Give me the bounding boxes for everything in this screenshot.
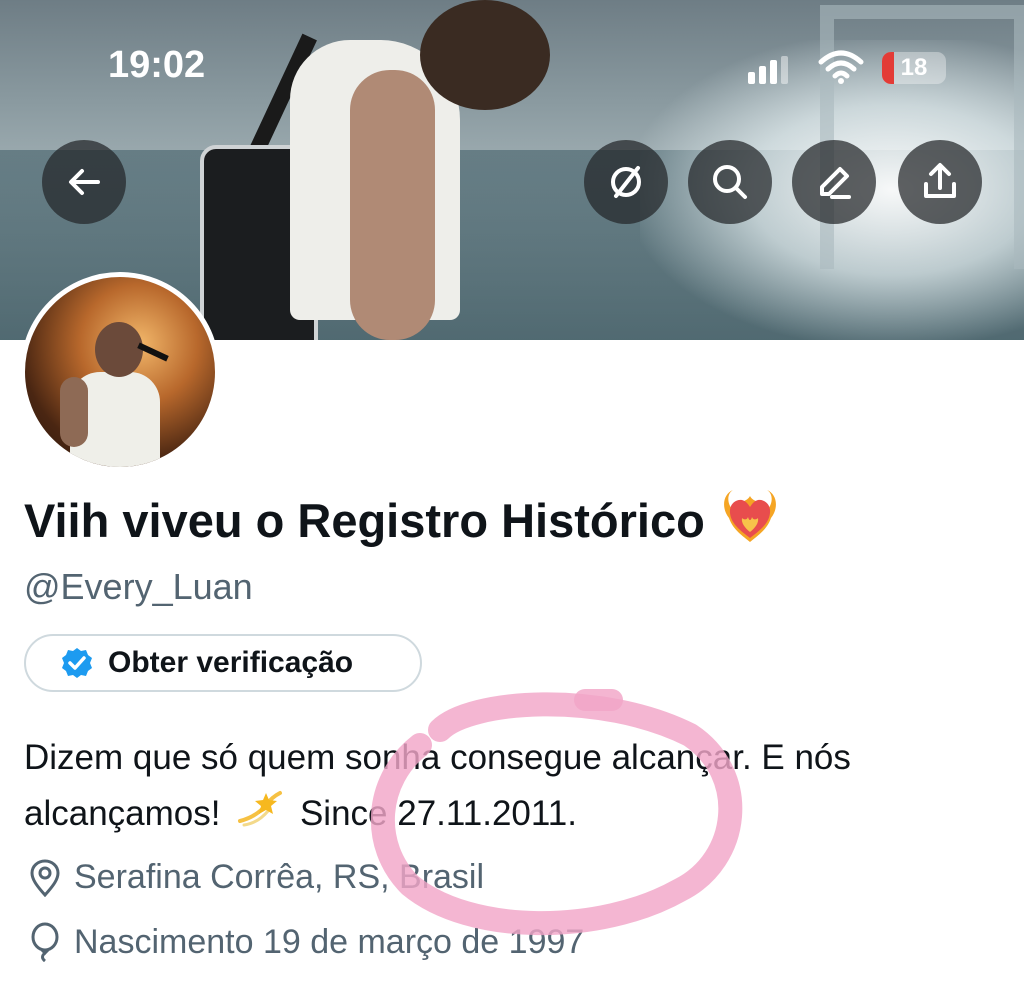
battery-indicator: 18 <box>882 52 946 84</box>
location-pin-icon <box>30 858 60 897</box>
balloon-icon <box>31 922 59 962</box>
slashed-circle-icon <box>611 166 641 198</box>
profile-handle: @Every_Luan <box>24 566 253 607</box>
banner-performer-arm <box>350 70 435 340</box>
edit-button[interactable] <box>792 140 876 224</box>
battery-level: 18 <box>900 54 928 81</box>
birth-text: Nascimento 19 de março de 1997 <box>74 922 585 961</box>
avatar[interactable] <box>20 272 220 472</box>
profile-birth-date: Nascimento 19 de março de 1997 <box>28 922 584 962</box>
status-time: 19:02 <box>108 44 206 86</box>
banner-stage-rig <box>820 5 1024 269</box>
back-button[interactable] <box>42 140 126 224</box>
banner-performer-head <box>420 0 550 110</box>
heart-on-fire-icon <box>721 486 779 555</box>
arrow-left-icon <box>69 169 100 195</box>
grok-button[interactable] <box>584 140 668 224</box>
search-button[interactable] <box>688 140 772 224</box>
cellular-signal-icon <box>748 56 788 84</box>
bio-text-2: Since 27.11.2011. <box>299 794 577 833</box>
verified-badge-icon <box>62 648 92 678</box>
profile-bio: Dizem que só quem sonha consegue alcança… <box>24 730 1014 844</box>
wifi-icon <box>818 50 864 89</box>
pencil-icon <box>820 167 851 199</box>
profile-location: Serafina Corrêa, RS, Brasil <box>28 858 484 897</box>
share-icon <box>924 163 956 198</box>
location-text: Serafina Corrêa, RS, Brasil <box>74 858 485 896</box>
get-verified-label: Obter verificação <box>108 646 354 679</box>
dizzy-star-icon <box>236 787 284 844</box>
avatar-performer-arm <box>60 377 88 447</box>
share-button[interactable] <box>898 140 982 224</box>
search-icon <box>713 165 747 199</box>
display-name-text: Viih viveu o Registro Histórico <box>24 494 705 547</box>
profile-display-name: Viih viveu o Registro Histórico <box>24 486 779 555</box>
get-verified-button[interactable]: Obter verificação <box>24 634 422 692</box>
avatar-performer-head <box>95 322 143 377</box>
